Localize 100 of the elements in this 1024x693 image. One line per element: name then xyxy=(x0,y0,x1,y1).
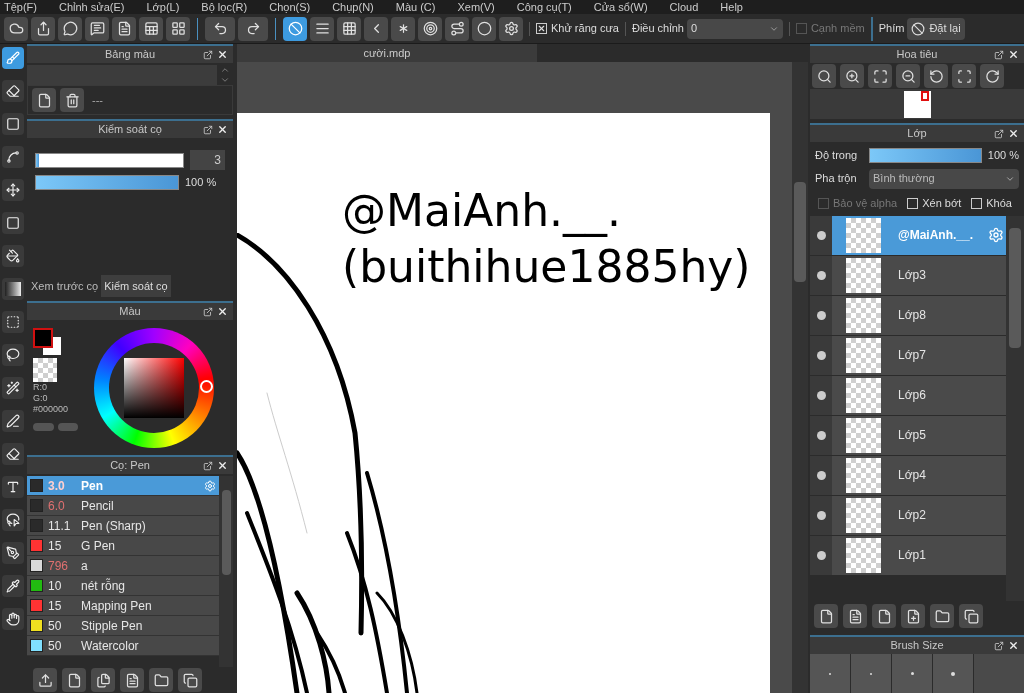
no-guide-icon[interactable] xyxy=(283,16,307,41)
layer-row[interactable]: Lớp7 xyxy=(810,335,1006,376)
comment-icon[interactable] xyxy=(85,16,109,41)
eraser-icon[interactable] xyxy=(1,80,24,102)
size-field[interactable]: 3 xyxy=(190,150,225,170)
share-icon[interactable] xyxy=(31,16,55,41)
document-icon[interactable] xyxy=(112,16,136,41)
brush-size-cell[interactable] xyxy=(892,654,932,693)
rectangle-icon[interactable] xyxy=(1,113,24,135)
magic-wand-icon[interactable] xyxy=(1,377,24,399)
folder-icon[interactable] xyxy=(149,668,173,692)
layer-row[interactable]: Lớp2 xyxy=(810,495,1006,536)
text-icon[interactable] xyxy=(1,476,24,498)
text-layer-icon[interactable] xyxy=(843,604,867,628)
menu-item[interactable]: Cửa sổ(W) xyxy=(593,0,648,14)
menu-item[interactable]: Chỉnh sửa(E) xyxy=(59,0,125,14)
pen-nib-icon[interactable] xyxy=(1,542,24,564)
document-tab[interactable]: cười.mdp xyxy=(237,44,537,62)
brush-row[interactable]: 11.1 Pen (Sharp) xyxy=(27,516,219,536)
trash-icon[interactable] xyxy=(60,88,84,112)
folder-icon[interactable] xyxy=(930,604,954,628)
checkbox[interactable]: Xén bớt xyxy=(907,195,962,212)
bucket-icon[interactable] xyxy=(1,245,24,267)
close-icon[interactable] xyxy=(217,49,228,60)
add-layer-icon[interactable] xyxy=(901,604,925,628)
new-layer-icon[interactable] xyxy=(814,604,838,628)
rotate-right-icon[interactable] xyxy=(980,64,1004,88)
popout-icon[interactable] xyxy=(994,128,1004,139)
popout-icon[interactable] xyxy=(203,306,213,317)
menu-item[interactable]: Lớp(L) xyxy=(146,0,180,14)
brush-size-cell[interactable] xyxy=(810,654,850,693)
layer-row[interactable]: Lớp1 xyxy=(810,535,1006,576)
menu-item[interactable]: Xem(V) xyxy=(457,0,495,14)
slider-track[interactable] xyxy=(35,152,184,168)
menu-item[interactable]: Chọn(S) xyxy=(269,0,311,14)
grid-edit-icon[interactable] xyxy=(166,16,190,41)
checkbox[interactable]: Khóa xyxy=(971,195,1012,212)
brush-size-cell[interactable] xyxy=(933,654,973,693)
brush-row[interactable]: 15 Mapping Pen xyxy=(27,596,219,616)
popout-icon[interactable] xyxy=(994,49,1004,60)
menu-item[interactable]: Chụp(N) xyxy=(332,0,374,14)
move-icon[interactable] xyxy=(1,179,24,201)
redo-icon[interactable] xyxy=(238,16,268,41)
table-icon[interactable] xyxy=(139,16,163,41)
brush-size-cell[interactable] xyxy=(974,654,1024,693)
brush-row[interactable]: 15 G Pen xyxy=(27,536,219,556)
dashed-rectangle-icon[interactable] xyxy=(1,311,24,333)
transparent-swatch[interactable] xyxy=(33,358,57,382)
popout-icon[interactable] xyxy=(994,640,1004,651)
gradient-icon[interactable] xyxy=(1,278,24,300)
slider[interactable] xyxy=(869,148,981,162)
menu-item[interactable]: Help xyxy=(720,0,743,14)
copy-file-icon[interactable] xyxy=(91,668,115,692)
background-swatch[interactable] xyxy=(43,337,61,355)
canvas[interactable]: @MaiAnh.__. (buithihue1885hy) xyxy=(237,113,770,693)
scrollbar[interactable] xyxy=(1006,215,1024,601)
close-icon[interactable] xyxy=(217,306,228,317)
popout-icon[interactable] xyxy=(203,460,213,471)
eraser-icon[interactable] xyxy=(1,443,24,465)
menu-item[interactable]: Bộ lọc(R) xyxy=(201,0,248,14)
layer-row[interactable]: Lớp5 xyxy=(810,415,1006,456)
menu-item[interactable]: Tệp(F) xyxy=(4,0,37,14)
menu-item[interactable]: Màu (C) xyxy=(395,0,436,14)
layer-row[interactable]: Lớp6 xyxy=(810,375,1006,416)
slider[interactable] xyxy=(36,175,178,189)
menu-item[interactable]: Công cụ(T) xyxy=(516,0,572,14)
polyline-icon[interactable] xyxy=(1,146,24,168)
navigator-thumbnail[interactable] xyxy=(903,90,931,118)
brush-row[interactable]: 6.0 Pencil xyxy=(27,496,219,516)
new-file-icon[interactable] xyxy=(62,668,86,692)
correction-dropdown[interactable]: 0 xyxy=(686,18,783,39)
brush-size-cell[interactable] xyxy=(851,654,891,693)
checkbox[interactable]: Khử răng cưa xyxy=(536,20,619,37)
speech-bubble-icon[interactable] xyxy=(58,16,82,41)
foreground-swatch[interactable] xyxy=(33,328,53,348)
radial-icon[interactable] xyxy=(391,16,415,41)
curve-icon[interactable] xyxy=(445,16,469,41)
upload-icon[interactable] xyxy=(33,668,57,692)
menu-item[interactable]: Cloud xyxy=(669,0,699,14)
blend-dropdown[interactable]: Bình thường xyxy=(869,168,1019,189)
undo-icon[interactable] xyxy=(205,16,235,41)
frame-icon[interactable] xyxy=(952,64,976,88)
filled-square-icon[interactable] xyxy=(1,212,24,234)
brush-row[interactable]: 50 Stipple Pen xyxy=(27,616,219,636)
hand-icon[interactable] xyxy=(1,608,24,630)
close-icon[interactable] xyxy=(217,460,228,471)
layer-row[interactable]: Lớp8 xyxy=(810,295,1006,336)
concentric-icon[interactable] xyxy=(418,16,442,41)
close-icon[interactable] xyxy=(1008,49,1019,60)
zoom-in-icon[interactable] xyxy=(840,64,864,88)
document-icon[interactable] xyxy=(120,668,144,692)
cloud-icon[interactable] xyxy=(4,16,28,41)
scrollbar[interactable] xyxy=(219,476,233,667)
brush-row[interactable]: 50 Watercolor xyxy=(27,636,219,656)
layer-row[interactable]: Lớp3 xyxy=(810,255,1006,296)
panel-tab[interactable]: Kiểm soát cọ xyxy=(101,275,171,297)
zoom-out-icon[interactable] xyxy=(896,64,920,88)
layer-row[interactable]: Lớp4 xyxy=(810,455,1006,496)
vanishing-point-icon[interactable] xyxy=(364,16,388,41)
brush-row[interactable]: 796 a xyxy=(27,556,219,576)
